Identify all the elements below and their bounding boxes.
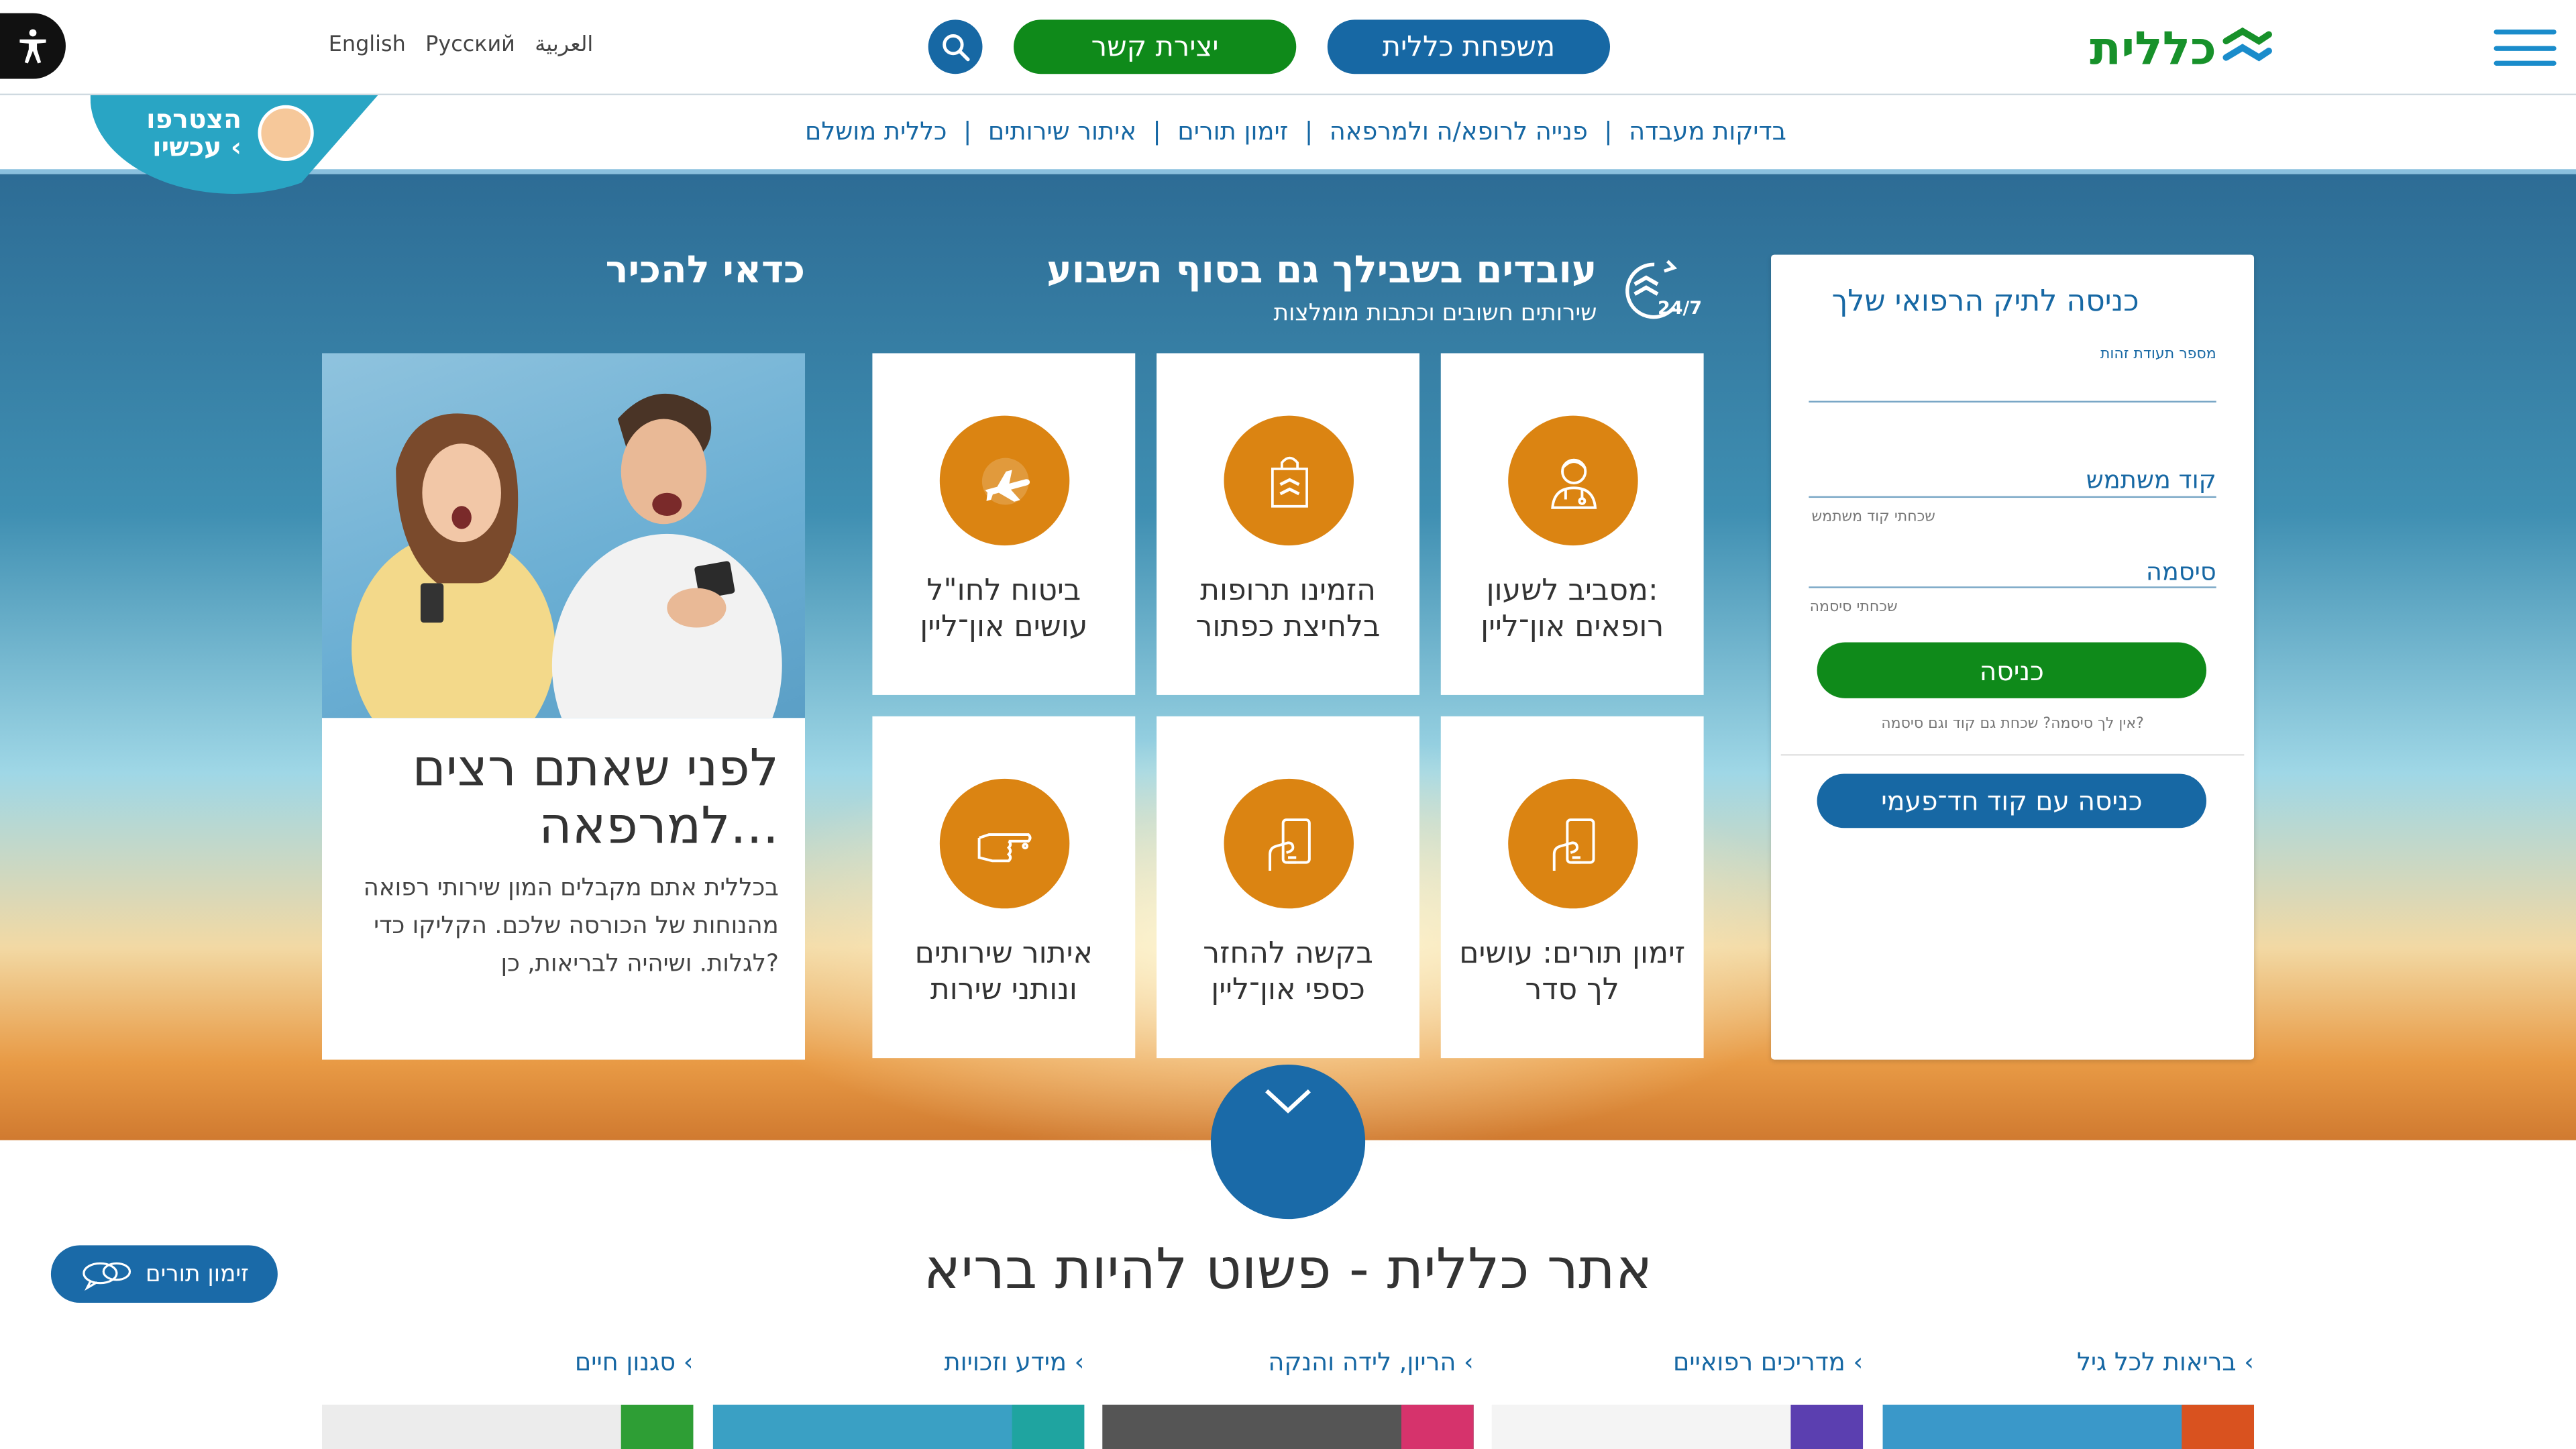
tile-label-line1: ביטוח לחו"ל <box>926 573 1081 608</box>
menu-hamburger-icon[interactable] <box>2493 30 2557 66</box>
service-tile-refund-request[interactable]: בקשה להחזר כספי און־ליין <box>1157 716 1419 1059</box>
scroll-down-button[interactable] <box>1210 1064 1366 1220</box>
nav-separator: | <box>1604 116 1613 146</box>
tile-label-line2: רופאים און־ליין <box>1481 609 1664 645</box>
divider <box>1780 754 2245 756</box>
baby-icon <box>1401 1404 1474 1449</box>
login-title: כניסה לתיק הרפואי שלך <box>1831 284 2139 319</box>
carrot-icon <box>621 1404 694 1449</box>
medical-cross-icon <box>1012 1404 1085 1449</box>
baby-mascot-icon <box>258 105 314 162</box>
phone-hand-icon <box>1552 817 1595 870</box>
nav-separator: | <box>1304 116 1313 146</box>
service-tile-find-services[interactable]: איתור שירותים ונותני שירות <box>872 716 1136 1059</box>
category-image[interactable] <box>712 1404 1085 1449</box>
category-health-all-ages[interactable]: בריאות לכל גיל ‹ <box>1883 1347 2254 1377</box>
tile-label-line2: ונותני שירות <box>930 972 1077 1008</box>
top-header: English Русский العربية יצירת קשר משפחת … <box>0 0 2576 96</box>
shopping-bag-icon <box>1270 455 1307 507</box>
doctor-icon <box>1550 458 1596 508</box>
tile-label-line2: כספי און־ליין <box>1211 972 1365 1008</box>
category-lifestyle[interactable]: סגנון חיים ‹ <box>322 1347 694 1377</box>
main-nav: בדיקות מעבדה | פנייה לרופא/ה ולמרפאה | ז… <box>0 95 2576 174</box>
lang-english[interactable]: English <box>329 33 406 58</box>
logo-mark-icon <box>2222 27 2273 62</box>
contact-button[interactable]: יצירת קשר <box>1014 19 1297 74</box>
tile-label-line2: עושים און־ליין <box>920 609 1088 645</box>
tile-label-line1: מסביב לשעון: <box>1486 573 1658 608</box>
login-button[interactable]: כניסה <box>1817 642 2207 698</box>
appointments-floating-label: זימון תורים <box>145 1260 249 1287</box>
language-switcher: English Русский العربية <box>329 33 593 58</box>
forgot-user-code-link[interactable]: שכחתי קוד משתמש <box>1811 509 1935 525</box>
otp-login-button[interactable]: כניסה עם קוד חד־פעמי <box>1817 773 2207 828</box>
logo-text: כללית <box>2090 20 2216 75</box>
forgot-password-link[interactable]: שכחתי סיסמה <box>1810 600 1898 616</box>
nav-appointments[interactable]: זימון תורים <box>1161 117 1305 146</box>
pointing-hand-icon <box>977 832 1031 862</box>
id-number-field[interactable] <box>1809 373 2216 403</box>
24-7-badge-text: 24/7 <box>1658 298 1702 319</box>
service-tile-order-medicine[interactable]: הזמינו תרופות בלחיצת כפתור <box>1157 353 1419 695</box>
page-title: אתר כללית - פשוט להיות בריא <box>923 1237 1653 1303</box>
worth-knowing-title: כדאי להכיר <box>605 250 806 292</box>
heart-icon <box>2182 1404 2255 1449</box>
nav-lab-tests[interactable]: בדיקות מעבדה <box>1613 117 1803 146</box>
clalit-logo[interactable]: כללית <box>2090 19 2273 75</box>
search-button[interactable] <box>928 19 983 74</box>
24-7-icon: 24/7 <box>1625 260 1702 319</box>
no-password-hint[interactable]: אין לך סיסמה? שכחת גם קוד וגם סיסמה? <box>1771 716 2254 733</box>
appointments-floating-button[interactable]: זימון תורים <box>50 1245 278 1303</box>
accessibility-button[interactable] <box>0 13 66 79</box>
chevron-down-icon <box>1265 1089 1311 1114</box>
user-code-field[interactable] <box>1809 468 2216 498</box>
chat-bubbles-icon <box>82 1261 130 1290</box>
category-image[interactable] <box>1491 1404 1864 1449</box>
services-title: עובדים בשבילך גם בסוף השבוע <box>1046 250 1597 292</box>
lang-arabic[interactable]: العربية <box>535 33 593 58</box>
nav-separator: | <box>1152 116 1161 146</box>
nav-separator: | <box>963 116 972 146</box>
join-line1: הצטרפו <box>146 103 242 135</box>
category-info-rights[interactable]: מידע וזכויות ‹ <box>713 1347 1084 1377</box>
login-card: כניסה לתיק הרפואי שלך מספר תעודת זהות קו… <box>1771 254 2255 1060</box>
clalit-family-button[interactable]: משפחת כללית <box>1327 19 1611 74</box>
service-tile-doctors-online[interactable]: מסביב לשעון: רופאים און־ליין <box>1440 353 1704 695</box>
tile-label-line2: בלחיצת כפתור <box>1195 609 1381 645</box>
password-field[interactable] <box>1809 559 2216 588</box>
services-subtitle: שירותים חשובים וכתבות מומלצות <box>1273 301 1597 327</box>
service-tile-appointments[interactable]: זימון תורים: עושים לך סדר <box>1440 716 1704 1059</box>
nav-find-services[interactable]: איתור שירותים <box>971 117 1152 146</box>
promo-image-happy-couple <box>322 353 806 718</box>
id-number-label: מספר תעודת זהות <box>2100 346 2216 364</box>
join-now-banner[interactable]: הצטרפו עכשיו ‹ <box>90 95 378 194</box>
lang-russian[interactable]: Русский <box>425 33 515 58</box>
phone-hand-icon <box>1267 817 1310 870</box>
search-icon <box>942 33 969 61</box>
category-image[interactable] <box>1102 1404 1474 1449</box>
tile-label-line1: הזמינו תרופות <box>1200 573 1376 608</box>
tile-label-line2: לך סדר <box>1525 972 1619 1008</box>
category-medical-guides[interactable]: מדריכים רפואיים ‹ <box>1492 1347 1863 1377</box>
join-line2: עכשיו ‹ <box>152 131 242 163</box>
promo-body: בכללית אתם מקבלים המון שירותי רפואה מהנו… <box>363 875 779 978</box>
accessibility-icon <box>19 29 46 64</box>
promo-card[interactable]: לפני שאתם רצים למרפאה... בכללית אתם מקבל… <box>322 353 806 1060</box>
promo-headline: לפני שאתם רצים למרפאה... <box>412 739 779 856</box>
nav-contact-doctor[interactable]: פנייה לרופא/ה ולמרפאה <box>1313 117 1604 146</box>
tile-label-line1: זימון תורים: עושים <box>1459 936 1686 971</box>
nav-clalit-mushlam[interactable]: כללית מושלם <box>789 117 963 146</box>
tile-label-line1: בקשה להחזר <box>1203 936 1373 971</box>
category-image[interactable] <box>322 1404 694 1449</box>
prescription-icon <box>1790 1404 1864 1449</box>
service-tile-travel-insurance[interactable]: ביטוח לחו"ל עושים און־ליין <box>872 353 1136 695</box>
airplane-icon <box>981 457 1029 504</box>
tile-label-line1: איתור שירותים <box>914 936 1093 971</box>
category-pregnancy[interactable]: הריון, לידה והנקה ‹ <box>1102 1347 1473 1377</box>
category-image[interactable] <box>1882 1404 2255 1449</box>
